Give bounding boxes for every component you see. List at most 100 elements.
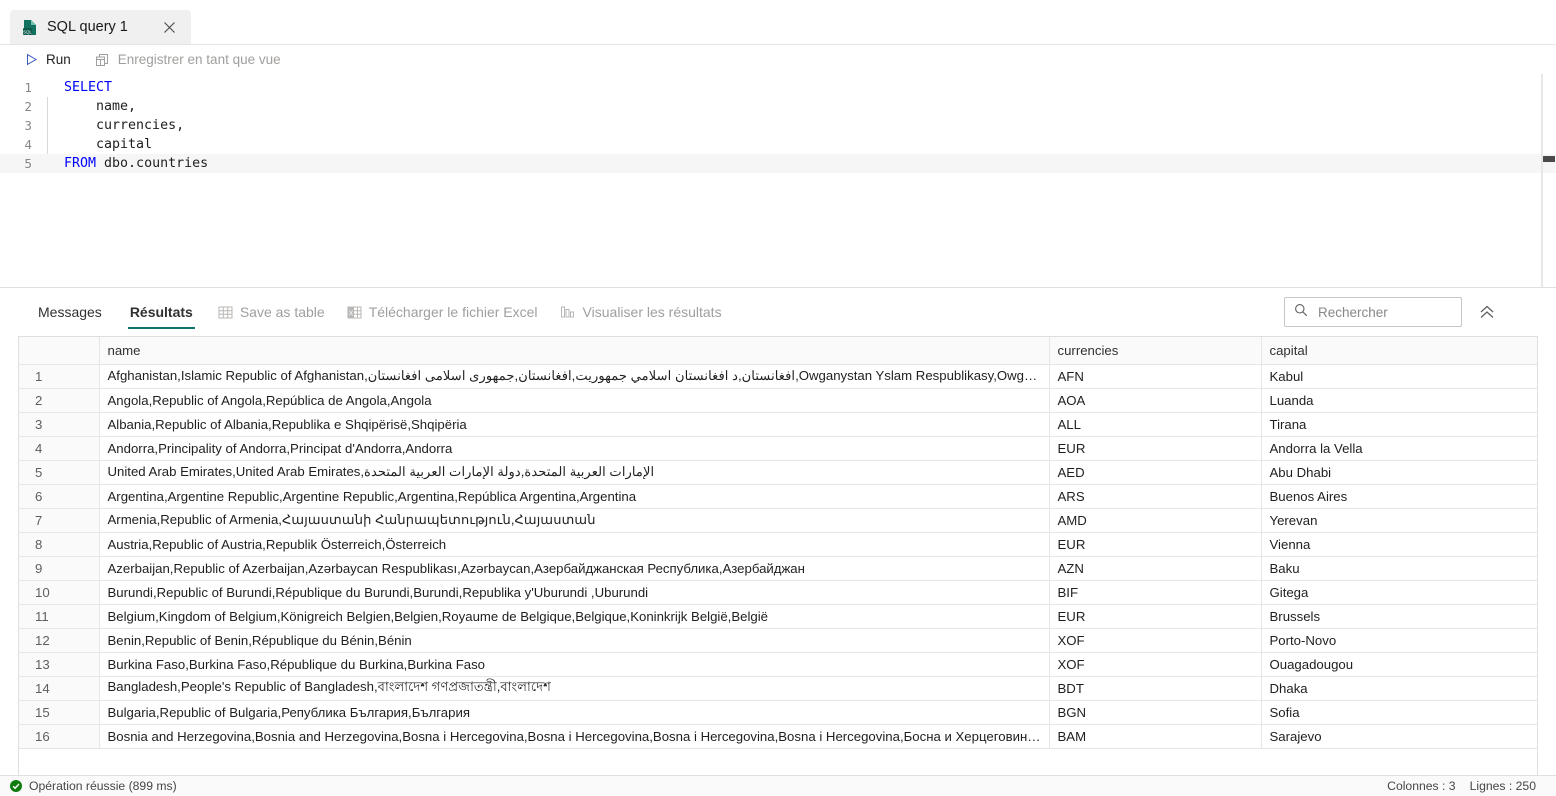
table-row[interactable]: 10 Burundi,Republic of Burundi,République… (19, 580, 1537, 605)
cell-capital[interactable]: Sarajevo (1261, 724, 1537, 749)
editor-scrollbar-thumb[interactable] (1543, 156, 1555, 162)
table-row[interactable]: 16 Bosnia and Herzegovina,Bosnia and Herz… (19, 724, 1537, 749)
code-token: FROM (64, 156, 97, 171)
cell-capital[interactable]: Sofia (1261, 700, 1537, 725)
status-counts: Colonnes : 3 Lignes : 250 (1387, 779, 1544, 793)
column-header-currencies[interactable]: currencies (1049, 337, 1262, 365)
cell-name[interactable]: Bosnia and Herzegovina,Bosnia and Herzeg… (99, 724, 1050, 749)
results-grid[interactable]: name currencies capital 1 Afghanistan,Isl… (18, 336, 1538, 775)
visualize-results-button[interactable]: Visualiser les résultats (549, 288, 733, 336)
cell-currencies[interactable]: EUR (1049, 436, 1262, 461)
cell-currencies[interactable]: ALL (1049, 412, 1262, 437)
cell-capital[interactable]: Ouagadougou (1261, 652, 1537, 677)
table-row[interactable]: 8 Austria,Republic of Austria,Republik Ös… (19, 532, 1537, 557)
cell-currencies[interactable]: EUR (1049, 604, 1262, 629)
save-as-table-button[interactable]: Save as table (207, 288, 336, 336)
table-row[interactable]: 15 Bulgaria,Republic of Bulgaria,Републик… (19, 700, 1537, 725)
cell-name[interactable]: Andorra,Principality of Andorra,Principa… (99, 436, 1050, 461)
table-row[interactable]: 3 Albania,Republic of Albania,Republika e… (19, 412, 1537, 437)
sql-file-icon: SQL (22, 19, 38, 36)
tab-messages[interactable]: Messages (24, 288, 116, 336)
table-row[interactable]: 4 Andorra,Principality of Andorra,Princip… (19, 436, 1537, 461)
cell-currencies[interactable]: XOF (1049, 628, 1262, 653)
run-label: Run (46, 52, 71, 67)
cell-capital[interactable]: Yerevan (1261, 508, 1537, 533)
cell-capital[interactable]: Abu Dhabi (1261, 460, 1537, 485)
row-number: 6 (19, 484, 100, 509)
search-input[interactable] (1316, 303, 1452, 321)
search-box[interactable] (1284, 297, 1462, 327)
cell-capital[interactable]: Buenos Aires (1261, 484, 1537, 509)
cell-capital[interactable]: Vienna (1261, 532, 1537, 557)
cell-name[interactable]: Burkina Faso,Burkina Faso,République du … (99, 652, 1050, 677)
line-number: 5 (24, 156, 32, 171)
cell-currencies[interactable]: BAM (1049, 724, 1262, 749)
table-row[interactable]: 1 Afghanistan,Islamic Republic of Afghani… (19, 364, 1537, 389)
column-header-capital[interactable]: capital (1261, 337, 1537, 365)
cell-name[interactable]: Benin,Republic of Benin,République du Bé… (99, 628, 1050, 653)
cell-currencies[interactable]: AZN (1049, 556, 1262, 581)
editor-vertical-scrollbar[interactable] (1542, 74, 1556, 287)
table-row[interactable]: 5 United Arab Emirates,United Arab Emirat… (19, 460, 1537, 485)
close-icon[interactable] (159, 16, 181, 38)
cell-name[interactable]: Austria,Republic of Austria,Republik Öst… (99, 532, 1050, 557)
sql-code-editor[interactable]: 1 SELECT 2 name, 3 currencies, 4 capital 5 FRO… (0, 74, 1556, 288)
column-header-name[interactable]: name (99, 337, 1050, 365)
table-row[interactable]: 13 Burkina Faso,Burkina Faso,République d… (19, 652, 1537, 677)
cell-name[interactable]: Angola,Republic of Angola,República de A… (99, 388, 1050, 413)
cell-currencies[interactable]: ARS (1049, 484, 1262, 509)
rows-count: Lignes : 250 (1469, 779, 1536, 793)
code-line: 1 SELECT (0, 78, 1556, 97)
cell-currencies[interactable]: AED (1049, 460, 1262, 485)
cell-capital[interactable]: Tirana (1261, 412, 1537, 437)
cell-name[interactable]: Argentina,Argentine Republic,Argentine R… (99, 484, 1050, 509)
run-button[interactable]: Run (16, 46, 80, 74)
cell-name[interactable]: Afghanistan,Islamic Republic of Afghanis… (99, 364, 1050, 389)
cell-currencies[interactable]: BDT (1049, 676, 1262, 701)
table-row[interactable]: 9 Azerbaijan,Republic of Azerbaijan,Azərb… (19, 556, 1537, 581)
table-row[interactable]: 12 Benin,Republic of Benin,République du … (19, 628, 1537, 653)
cell-currencies[interactable]: AOA (1049, 388, 1262, 413)
cell-name[interactable]: Belgium,Kingdom of Belgium,Königreich Be… (99, 604, 1050, 629)
cell-capital[interactable]: Andorra la Vella (1261, 436, 1537, 461)
tab-resultats[interactable]: Résultats (116, 288, 207, 336)
tab-sql-query-1[interactable]: SQL SQL query 1 (10, 10, 191, 44)
save-as-view-button[interactable]: Enregistrer en tant que vue (86, 46, 290, 74)
cell-name[interactable]: Armenia,Republic of Armenia,Հայաստանի Հա… (99, 508, 1050, 533)
sql-query-editor-window: SQL SQL query 1 Run Enregistrer en tant … (0, 0, 1556, 796)
row-number: 4 (19, 436, 100, 461)
tab-strip: SQL SQL query 1 (0, 0, 1556, 44)
cell-currencies[interactable]: EUR (1049, 532, 1262, 557)
cell-capital[interactable]: Brussels (1261, 604, 1537, 629)
cell-capital[interactable]: Luanda (1261, 388, 1537, 413)
svg-text:X: X (348, 310, 353, 317)
cell-capital[interactable]: Porto-Novo (1261, 628, 1537, 653)
table-row[interactable]: 14 Bangladesh,People's Republic of Bangla… (19, 676, 1537, 701)
cell-name[interactable]: Bulgaria,Republic of Bulgaria,Република … (99, 700, 1050, 725)
code-text: SELECT (44, 78, 1556, 97)
row-number-header (19, 337, 100, 365)
cell-currencies[interactable]: AMD (1049, 508, 1262, 533)
table-row[interactable]: 11 Belgium,Kingdom of Belgium,Königreich … (19, 604, 1537, 629)
cell-capital[interactable]: Gitega (1261, 580, 1537, 605)
cell-capital[interactable]: Kabul (1261, 364, 1537, 389)
cell-name[interactable]: Burundi,Republic of Burundi,République d… (99, 580, 1050, 605)
table-row[interactable]: 2 Angola,Republic of Angola,República de … (19, 388, 1537, 413)
download-excel-button[interactable]: X Télécharger le fichier Excel (336, 288, 549, 336)
cell-name[interactable]: Bangladesh,People's Republic of Banglade… (99, 676, 1050, 701)
line-number: 4 (24, 137, 32, 152)
double-chevron-up-icon[interactable] (1474, 299, 1500, 325)
cell-currencies[interactable]: XOF (1049, 652, 1262, 677)
cell-currencies[interactable]: AFN (1049, 364, 1262, 389)
cell-capital[interactable]: Dhaka (1261, 676, 1537, 701)
cell-name[interactable]: Azerbaijan,Republic of Azerbaijan,Azərba… (99, 556, 1050, 581)
cell-capital[interactable]: Baku (1261, 556, 1537, 581)
table-row[interactable]: 6 Argentina,Argentine Republic,Argentine … (19, 484, 1537, 509)
code-line: 3 currencies, (0, 116, 1556, 135)
cell-currencies[interactable]: BGN (1049, 700, 1262, 725)
visualize-results-label: Visualiser les résultats (582, 304, 722, 320)
cell-name[interactable]: United Arab Emirates,United Arab Emirate… (99, 460, 1050, 485)
cell-name[interactable]: Albania,Republic of Albania,Republika e … (99, 412, 1050, 437)
cell-currencies[interactable]: BIF (1049, 580, 1262, 605)
table-row[interactable]: 7 Armenia,Republic of Armenia,Հայաստանի Հ… (19, 508, 1537, 533)
